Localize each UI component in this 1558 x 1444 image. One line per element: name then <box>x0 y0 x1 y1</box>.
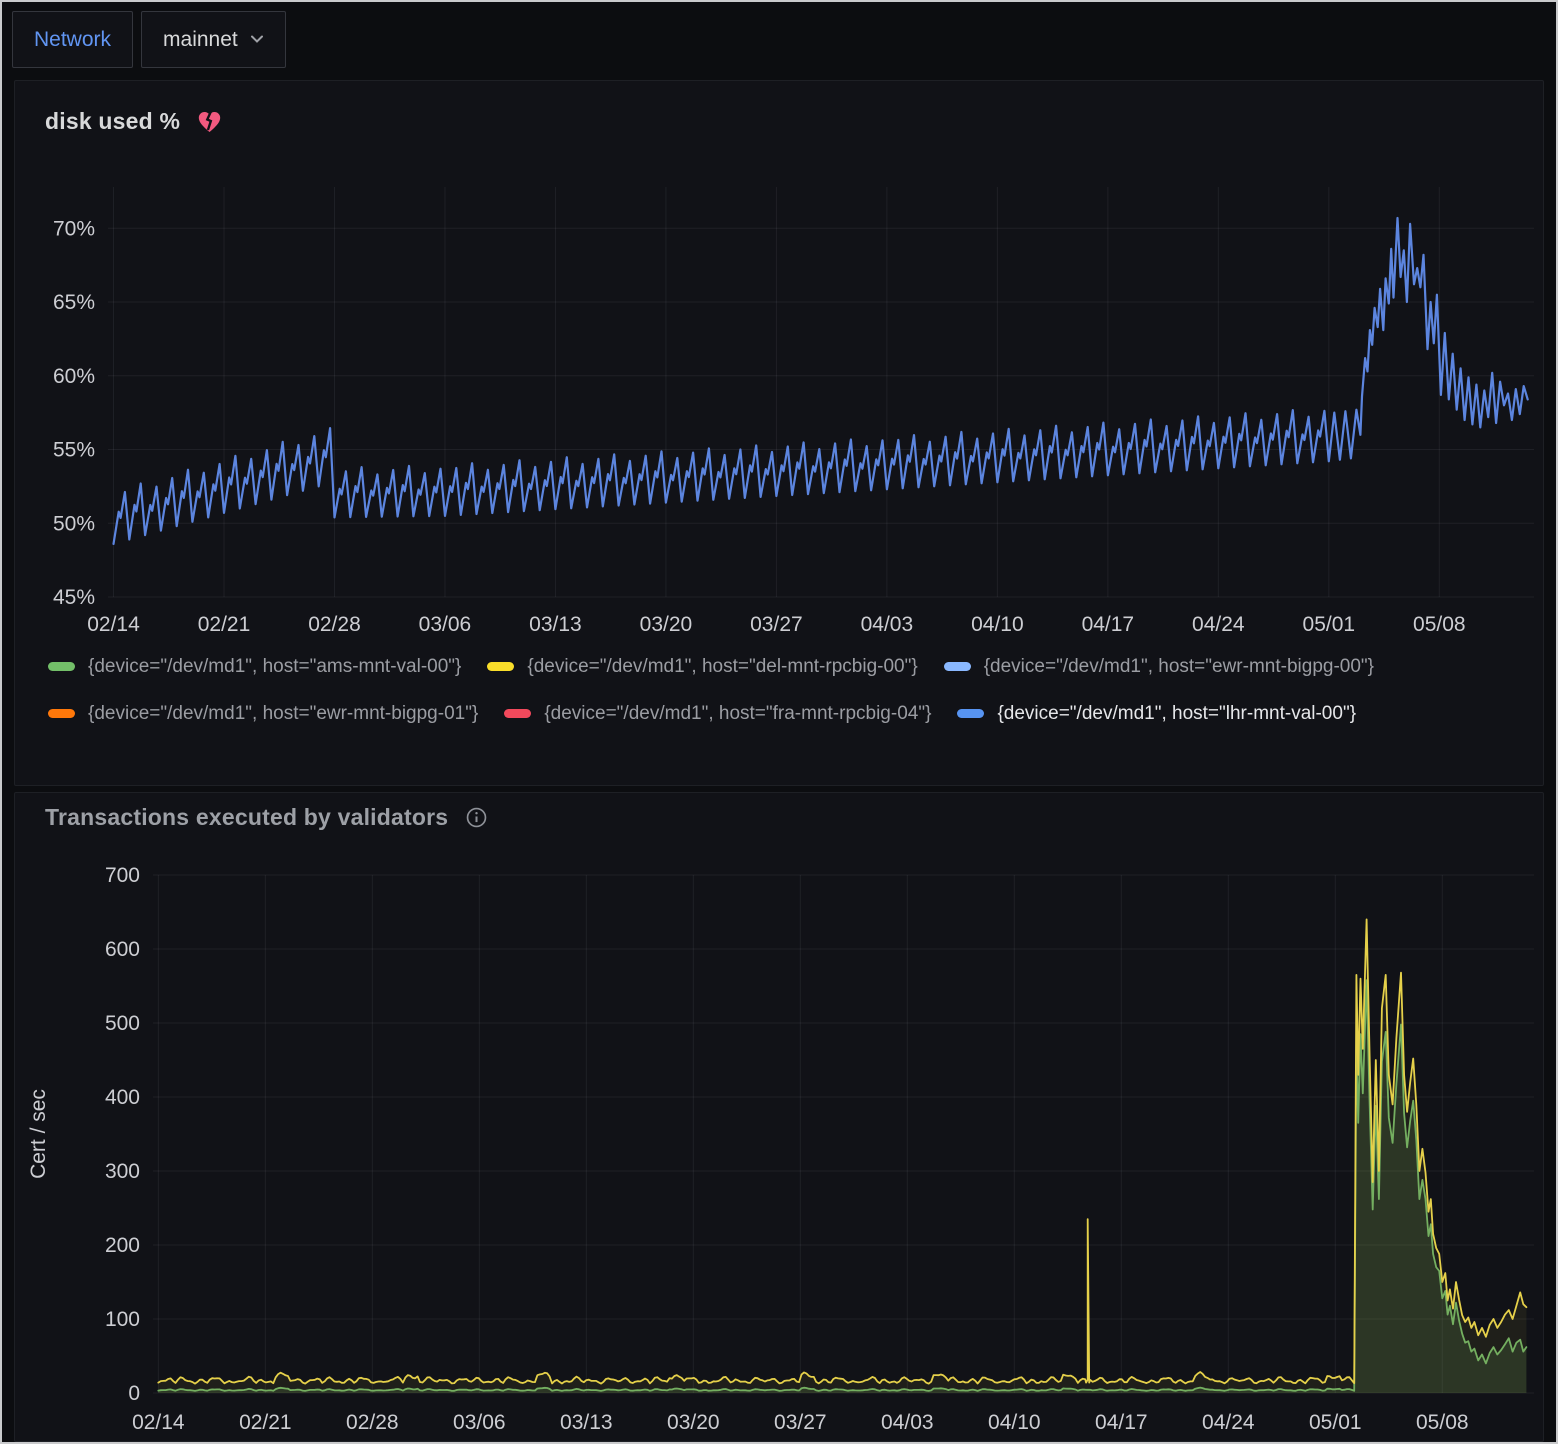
transactions-chart-canvas[interactable]: 0 100 200 300 400 500 600 700 02/14 02/21 02/28 03/… <box>15 833 1547 1443</box>
network-variable-label: Network <box>12 11 133 68</box>
svg-text:04/24: 04/24 <box>1192 613 1245 636</box>
legend-item[interactable]: {device="/dev/md1", host="fra-mnt-rpcbig… <box>504 690 931 737</box>
legend-series-label: {device="/dev/md1", host="ewr-mnt-bigpg-… <box>984 656 1374 678</box>
legend-item[interactable]: {device="/dev/md1", host="ewr-mnt-bigpg-… <box>944 643 1374 690</box>
legend-series-label: {device="/dev/md1", host="del-mnt-rpcbig… <box>527 656 917 678</box>
svg-text:02/28: 02/28 <box>346 1411 399 1434</box>
panel-disk-used: disk used % 45% 50% 55% 60% 65% 70% 02/14 02/21… <box>14 80 1544 786</box>
legend-series-swatch <box>48 662 75 671</box>
svg-text:03/27: 03/27 <box>750 613 803 636</box>
disk-used-legend: {device="/dev/md1", host="ams-mnt-val-00… <box>15 641 1543 737</box>
svg-text:60%: 60% <box>53 365 95 388</box>
legend-series-label: {device="/dev/md1", host="ams-mnt-val-00… <box>88 656 461 678</box>
svg-text:05/08: 05/08 <box>1413 613 1466 636</box>
svg-text:70%: 70% <box>53 217 95 240</box>
network-variable-dropdown[interactable]: mainnet <box>141 11 286 68</box>
info-icon[interactable] <box>464 805 489 830</box>
panel-disk-used-header: disk used % <box>15 81 1543 147</box>
legend-item[interactable]: {device="/dev/md1", host="ewr-mnt-bigpg-… <box>48 690 478 737</box>
svg-text:04/03: 04/03 <box>881 1411 934 1434</box>
svg-text:03/20: 03/20 <box>640 613 693 636</box>
legend-series-swatch <box>504 709 531 718</box>
legend-item[interactable]: {device="/dev/md1", host="del-mnt-rpcbig… <box>487 643 917 690</box>
svg-text:200: 200 <box>105 1234 140 1257</box>
svg-text:04/03: 04/03 <box>861 613 914 636</box>
legend-series-label: {device="/dev/md1", host="ewr-mnt-bigpg-… <box>88 703 478 725</box>
legend-series-label: {device="/dev/md1", host="lhr-mnt-val-00… <box>997 703 1356 725</box>
panel-transactions: Transactions executed by validators 0 100… <box>14 792 1544 1442</box>
legend-item[interactable]: {device="/dev/md1", host="lhr-mnt-val-00… <box>957 690 1356 737</box>
panel-transactions-title: Transactions executed by validators <box>45 804 448 831</box>
svg-text:02/14: 02/14 <box>132 1411 185 1434</box>
disk-used-chart-canvas[interactable]: 45% 50% 55% 60% 65% 70% 02/14 02/21 02/28 03/06 03… <box>15 147 1547 641</box>
legend-item[interactable]: {device="/dev/md1", host="ams-mnt-val-00… <box>48 643 461 690</box>
legend-series-swatch <box>957 709 984 718</box>
legend-series-swatch <box>487 662 514 671</box>
svg-text:02/21: 02/21 <box>239 1411 292 1434</box>
svg-text:600: 600 <box>105 938 140 961</box>
svg-text:50%: 50% <box>53 512 95 535</box>
svg-text:04/17: 04/17 <box>1095 1411 1148 1434</box>
panel-disk-used-title: disk used % <box>45 108 180 135</box>
panel-transactions-header: Transactions executed by validators <box>15 793 1543 833</box>
svg-text:02/14: 02/14 <box>87 613 140 636</box>
svg-text:65%: 65% <box>53 291 95 314</box>
svg-text:03/20: 03/20 <box>667 1411 720 1434</box>
dashboard-page: Network mainnet disk used % 45% 50% 55% 60%… <box>0 0 1558 1444</box>
svg-text:04/10: 04/10 <box>988 1411 1041 1434</box>
legend-series-label: {device="/dev/md1", host="fra-mnt-rpcbig… <box>544 703 931 725</box>
svg-text:03/13: 03/13 <box>560 1411 613 1434</box>
svg-text:Cert / sec: Cert / sec <box>27 1089 50 1179</box>
svg-text:02/28: 02/28 <box>308 613 361 636</box>
svg-text:03/06: 03/06 <box>453 1411 506 1434</box>
svg-text:700: 700 <box>105 864 140 887</box>
svg-text:400: 400 <box>105 1086 140 1109</box>
svg-text:0: 0 <box>128 1382 140 1405</box>
svg-text:45%: 45% <box>53 586 95 609</box>
svg-text:55%: 55% <box>53 439 95 462</box>
svg-text:500: 500 <box>105 1012 140 1035</box>
broken-heart-icon <box>196 108 223 135</box>
svg-text:04/24: 04/24 <box>1202 1411 1255 1434</box>
legend-series-swatch <box>48 709 75 718</box>
svg-text:100: 100 <box>105 1308 140 1331</box>
svg-text:05/01: 05/01 <box>1309 1411 1362 1434</box>
svg-text:04/10: 04/10 <box>971 613 1024 636</box>
svg-text:300: 300 <box>105 1160 140 1183</box>
svg-text:05/08: 05/08 <box>1416 1411 1469 1434</box>
svg-text:04/17: 04/17 <box>1082 613 1135 636</box>
chevron-down-icon <box>250 35 264 44</box>
svg-text:05/01: 05/01 <box>1303 613 1356 636</box>
network-variable-value: mainnet <box>163 28 238 52</box>
svg-text:03/13: 03/13 <box>529 613 582 636</box>
svg-text:03/27: 03/27 <box>774 1411 827 1434</box>
network-variable-label-text: Network <box>34 28 111 52</box>
variable-bar: Network mainnet <box>2 2 1556 80</box>
legend-series-swatch <box>944 662 971 671</box>
svg-text:02/21: 02/21 <box>198 613 251 636</box>
svg-text:03/06: 03/06 <box>419 613 472 636</box>
